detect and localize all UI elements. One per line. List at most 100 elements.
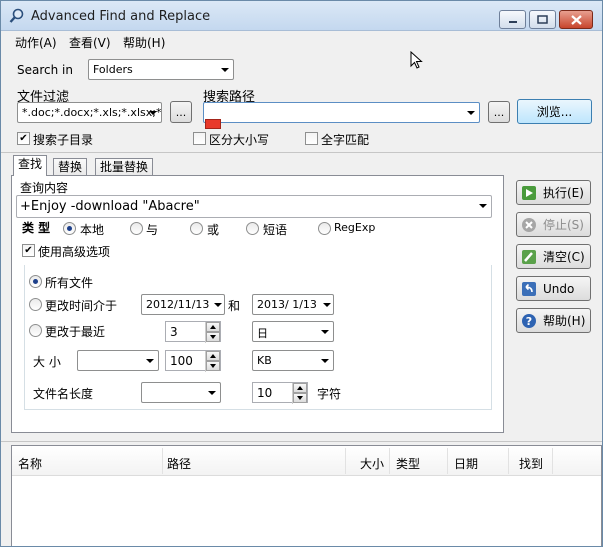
recent-unit-select[interactable]: 日 (252, 321, 334, 342)
chevron-down-icon (462, 103, 479, 122)
column-found[interactable]: 找到 (519, 455, 543, 472)
search-in-label: Search in (17, 63, 73, 77)
column-type[interactable]: 类型 (396, 455, 420, 472)
size-unit-value: KB (257, 354, 272, 367)
execute-label: 执行(E) (543, 186, 584, 200)
query-input[interactable]: +Enjoy -download "Abacre" (16, 195, 492, 218)
undo-button[interactable]: Undo (516, 276, 591, 301)
date-to-picker[interactable]: 2013/ 1/13 (252, 294, 334, 315)
date-to-value: 2013/ 1/13 (257, 298, 317, 311)
stepper-arrows-icon[interactable] (205, 322, 220, 343)
column-separator[interactable] (345, 448, 346, 474)
minimize-icon (508, 20, 517, 23)
column-size[interactable]: 大小 (360, 455, 384, 472)
ellipsis-label: ... (493, 105, 505, 119)
column-separator[interactable] (162, 448, 163, 474)
maximize-icon (537, 15, 548, 24)
clear-button[interactable]: 清空(C) (516, 244, 591, 269)
title-bar[interactable]: Advanced Find and Replace (1, 1, 602, 31)
chevron-down-icon (316, 351, 333, 370)
browse-button[interactable]: 浏览... (517, 99, 592, 124)
chevron-down-icon (203, 383, 220, 402)
type-radio-and[interactable] (130, 222, 143, 235)
tab-replace[interactable]: 替换 (53, 158, 88, 176)
file-filter-select[interactable]: *.doc;*.docx;*.xls;*.xlsx;*.h (17, 102, 162, 123)
all-files-radio[interactable] (29, 275, 42, 288)
file-filter-edit-button[interactable]: ... (170, 101, 192, 123)
chevron-down-icon (321, 295, 333, 314)
help-label: 帮助(H) (543, 314, 586, 328)
magnifier-icon (9, 8, 25, 24)
search-path-edit-button[interactable]: ... (488, 101, 510, 123)
menu-help[interactable]: 帮助(H) (123, 34, 165, 51)
type-radio-or[interactable] (190, 222, 203, 235)
tab-replace-label: 替换 (58, 160, 83, 174)
chevron-down-icon (144, 103, 161, 122)
query-label: 查询内容 (20, 181, 69, 195)
date-from-value: 2012/11/13 (146, 298, 210, 311)
case-label: 区分大小写 (209, 133, 270, 147)
column-separator[interactable] (389, 448, 390, 474)
size-operator-select[interactable] (77, 350, 159, 371)
type-or-label: 或 (207, 223, 220, 237)
ellipsis-label: ... (175, 105, 187, 119)
modified-between-label: 更改时间介于 (45, 299, 118, 313)
find-tab-panel: 查询内容 +Enjoy -download "Abacre" 类 型 本地 与 … (11, 175, 504, 433)
search-in-select[interactable]: Folders (88, 59, 234, 80)
mouse-cursor-icon (410, 50, 424, 74)
results-list[interactable]: 名称 路径 大小 类型 日期 找到 (11, 445, 602, 546)
modified-between-radio[interactable] (29, 298, 42, 311)
whole-word-checkbox[interactable] (305, 132, 318, 145)
column-separator[interactable] (447, 448, 448, 474)
type-radio-phrase[interactable] (246, 222, 259, 235)
column-date[interactable]: 日期 (454, 455, 478, 472)
modified-recent-radio[interactable] (29, 324, 42, 337)
name-length-operator-select[interactable] (141, 382, 221, 403)
stop-icon (521, 217, 537, 233)
menu-view[interactable]: 查看(V) (69, 34, 111, 51)
tab-find[interactable]: 查找 (13, 155, 48, 176)
error-flag-icon (205, 119, 221, 129)
advanced-checkbox[interactable]: ✔ (22, 244, 35, 257)
query-value: +Enjoy -download "Abacre" (20, 199, 200, 214)
stop-label: 停止(S) (543, 218, 584, 232)
menu-bar: 动作(A) 查看(V) 帮助(H) (1, 31, 602, 51)
column-path[interactable]: 路径 (167, 455, 191, 472)
type-radio-local[interactable] (63, 222, 76, 235)
search-path-select[interactable] (203, 102, 480, 123)
name-length-label: 文件名长度 (33, 387, 94, 401)
column-separator[interactable] (508, 448, 509, 474)
size-unit-select[interactable]: KB (252, 350, 334, 371)
chevron-down-icon (212, 295, 224, 314)
whole-word-label: 全字匹配 (321, 133, 370, 147)
all-files-label: 所有文件 (45, 276, 94, 290)
undo-icon (521, 281, 537, 297)
date-from-picker[interactable]: 2012/11/13 (141, 294, 225, 315)
main-window: Advanced Find and Replace 动作(A) 查看(V) 帮助… (0, 0, 603, 547)
tab-batch-replace-label: 批量替换 (100, 160, 149, 174)
case-checkbox[interactable] (193, 132, 206, 145)
column-name[interactable]: 名称 (18, 455, 42, 472)
type-phrase-label: 短语 (263, 223, 288, 237)
advanced-label: 使用高级选项 (38, 245, 111, 259)
subdirs-checkbox[interactable]: ✔ (17, 132, 30, 145)
stepper-arrows-icon[interactable] (292, 383, 307, 404)
menu-action[interactable]: 动作(A) (15, 34, 57, 51)
modified-recent-label: 更改于最近 (45, 325, 106, 339)
execute-button[interactable]: 执行(E) (516, 180, 591, 205)
close-icon (570, 14, 582, 25)
tab-batch-replace[interactable]: 批量替换 (95, 158, 154, 176)
stepper-arrows-icon[interactable] (205, 351, 220, 372)
size-value-stepper[interactable]: 100 (165, 350, 221, 372)
type-radio-regexp[interactable] (318, 222, 331, 235)
minimize-button[interactable] (499, 10, 526, 29)
help-button[interactable]: ? 帮助(H) (516, 308, 591, 333)
recent-value-stepper[interactable]: 3 (165, 321, 221, 343)
close-button[interactable] (559, 10, 593, 29)
stop-button[interactable]: 停止(S) (516, 212, 591, 237)
type-and-label: 与 (146, 223, 159, 237)
size-label: 大 小 (33, 355, 61, 369)
maximize-button[interactable] (529, 10, 556, 29)
column-separator[interactable] (552, 448, 553, 474)
name-length-stepper[interactable]: 10 (252, 382, 308, 404)
